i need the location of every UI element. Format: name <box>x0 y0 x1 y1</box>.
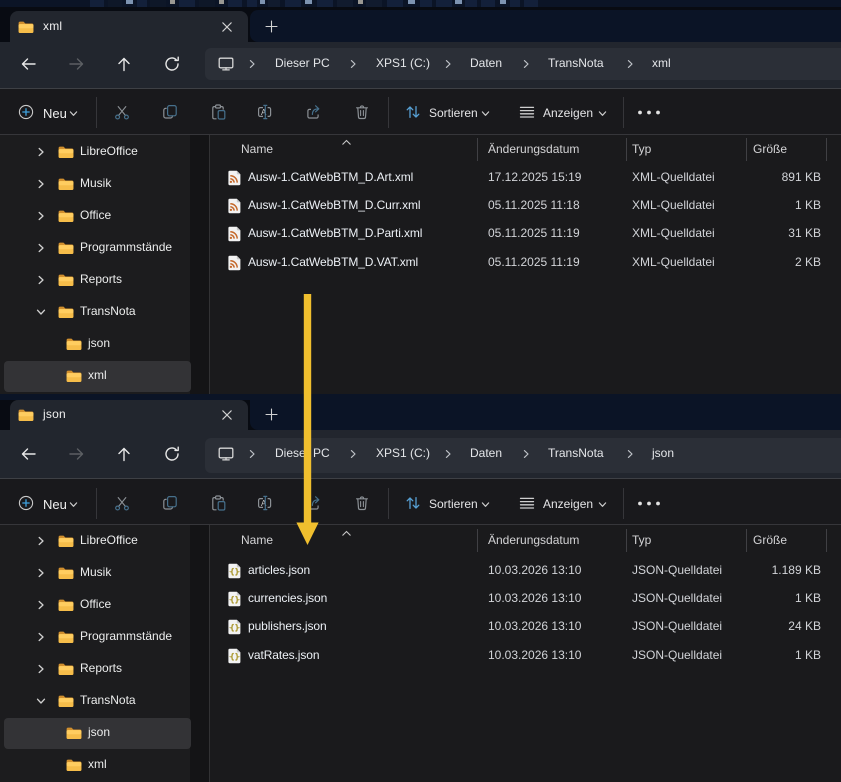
svg-text:A: A <box>261 108 267 117</box>
svg-text:A: A <box>261 499 267 508</box>
